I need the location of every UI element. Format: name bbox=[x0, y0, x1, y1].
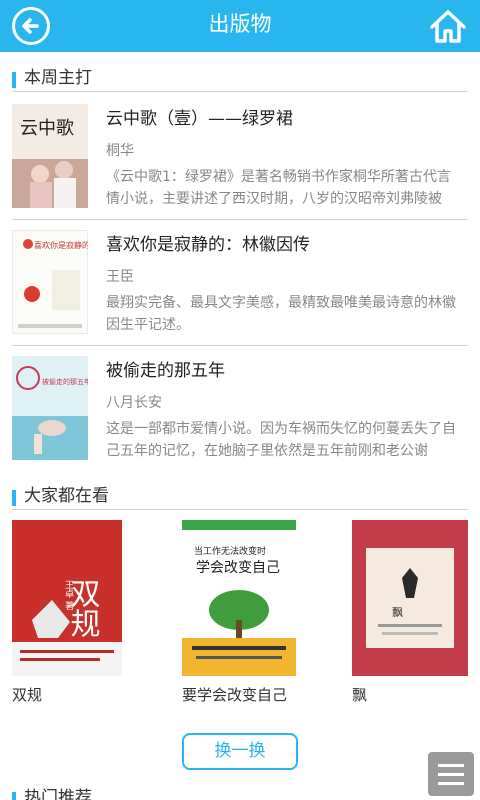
swap-button[interactable]: 换一换 bbox=[182, 733, 298, 770]
section-marker bbox=[12, 72, 16, 88]
page-title: 出版物 bbox=[208, 12, 272, 36]
book-description: 《云中歌1：绿罗裙》是著名畅销书作家桐华所著古代言情小说，主要讲述了西汉时期，八… bbox=[106, 169, 451, 207]
book-cover: 被偷走的那五年 bbox=[12, 356, 88, 460]
grid-book-title: 双规 bbox=[12, 686, 43, 704]
book-description: 这是一部都市爱情小说。因为车祸而失忆的何蔓丢失了自己五年的记忆，在她脑子里依然是… bbox=[106, 421, 456, 459]
top-bar: 出版物 bbox=[0, 0, 480, 52]
book-list-item[interactable]: 喜欢你是寂静的 喜欢你是寂静的：林徽因传 王臣 最翔实完备、最具文字美感，最精致… bbox=[12, 220, 468, 346]
cover-title: 喜欢你是寂静的 bbox=[34, 240, 88, 250]
cover-title: 飘 bbox=[392, 606, 403, 619]
book-title: 被偷走的那五年 bbox=[106, 361, 225, 381]
book-title: 云中歌（壹）——绿罗裙 bbox=[106, 109, 293, 129]
book-cover: 飘 bbox=[352, 520, 468, 676]
book-author: 八月长安 bbox=[106, 395, 162, 411]
book-description: 最翔实完备、最具文字美感，最精致最唯美最诗意的林徽因生平记述。 bbox=[106, 295, 456, 333]
menu-icon[interactable] bbox=[428, 752, 474, 796]
cover-subtitle: 当工作无法改变时 bbox=[194, 545, 266, 557]
book-list-item[interactable]: 云中歌 云中歌（壹）——绿罗裙 桐华 《云中歌1：绿罗裙》是著名畅销书作家桐华所… bbox=[12, 94, 468, 220]
book-cover: 云中歌 bbox=[12, 104, 88, 208]
section-title: 大家都在看 bbox=[24, 486, 109, 506]
section-title: 本周主打 bbox=[24, 68, 92, 88]
section-title: 热门推荐 bbox=[24, 788, 92, 800]
book-list-item[interactable]: 被偷走的那五年 被偷走的那五年 八月长安 这是一部都市爱情小说。因为车祸而失忆的… bbox=[12, 346, 468, 472]
book-cover: 当工作无法改变时 学会改变自己 bbox=[182, 520, 296, 676]
book-author: 王臣 bbox=[106, 269, 134, 285]
home-icon[interactable] bbox=[428, 6, 468, 46]
section-hot-header: 热门推荐 bbox=[12, 786, 468, 800]
section-weekly-header: 本周主打 bbox=[12, 66, 468, 92]
cover-title: 云中歌 bbox=[20, 118, 74, 139]
section-popular-header: 大家都在看 bbox=[12, 484, 468, 510]
grid-book-item[interactable]: 飘 飘 bbox=[352, 520, 472, 705]
book-author: 桐华 bbox=[106, 143, 134, 159]
book-cover: 双规 王卓 著 bbox=[12, 520, 122, 676]
grid-book-item[interactable]: 双规 王卓 著 双规 bbox=[12, 520, 132, 705]
grid-book-title: 要学会改变自己 bbox=[182, 686, 288, 704]
cover-author: 王卓 著 bbox=[63, 580, 74, 610]
section-marker bbox=[12, 490, 16, 506]
cover-title: 被偷走的那五年 bbox=[42, 377, 88, 386]
book-cover: 喜欢你是寂静的 bbox=[12, 230, 88, 334]
section-marker bbox=[12, 792, 16, 800]
cover-title: 学会改变自己 bbox=[196, 560, 280, 576]
grid-book-title: 飘 bbox=[352, 686, 368, 704]
book-title: 喜欢你是寂静的：林徽因传 bbox=[106, 235, 310, 255]
grid-book-item[interactable]: 当工作无法改变时 学会改变自己 要学会改变自己 bbox=[182, 520, 302, 705]
